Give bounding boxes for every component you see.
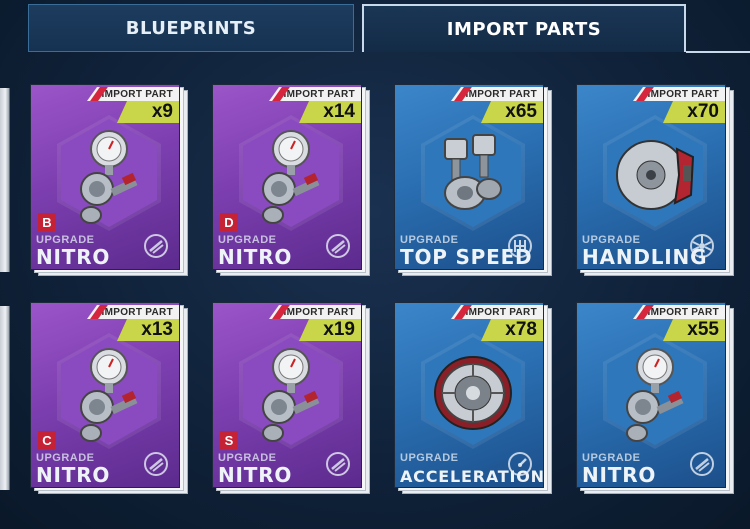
import-part-tag: IMPORT PART [87,87,179,101]
quantity-badge: x19 [299,319,361,341]
import-part-card[interactable]: IMPORT PART x9 B UPGRADE NITRO [30,84,188,276]
import-part-tag: IMPORT PART [633,305,725,319]
nitro-bottle-image [61,119,157,229]
quantity-badge: x55 [663,319,725,341]
tab-import-parts[interactable]: IMPORT PARTS [362,4,686,52]
import-part-card[interactable]: IMPORT PART x78 UPGRADE ACCELERATION [394,302,552,494]
rank-badge: S [220,431,238,449]
card-face[interactable]: IMPORT PART x19 S UPGRADE NITRO [212,302,362,488]
gearshift-icon [507,233,533,259]
card-face[interactable]: IMPORT PART x55 UPGRADE NITRO [576,302,726,488]
nitro-icon [143,451,169,477]
rank-badge: B [38,213,56,231]
quantity-badge: x65 [481,101,543,123]
part-type-label: NITRO [218,245,293,269]
nitro-bottle-image [607,337,703,447]
tab-underline [686,51,750,53]
pistons-image [425,119,521,229]
card-face[interactable]: IMPORT PART x70 UPGRADE HANDLING [576,84,726,270]
card-face[interactable]: IMPORT PART x65 UPGRADE TOP SPEED [394,84,544,270]
offscreen-card-stack[interactable] [0,306,10,490]
part-type-label: NITRO [36,245,111,269]
import-part-card[interactable]: IMPORT PART x70 UPGRADE HANDLING [576,84,734,276]
nitro-icon [689,451,715,477]
import-part-card[interactable]: IMPORT PART x13 C UPGRADE NITRO [30,302,188,494]
import-part-tag: IMPORT PART [451,305,543,319]
card-face[interactable]: IMPORT PART x78 UPGRADE ACCELERATION [394,302,544,488]
card-face[interactable]: IMPORT PART x13 C UPGRADE NITRO [30,302,180,488]
import-part-tag: IMPORT PART [633,87,725,101]
tab-blueprints[interactable]: BLUEPRINTS [28,4,354,52]
import-part-card[interactable]: IMPORT PART x65 UPGRADE TOP SPEED [394,84,552,276]
import-part-tag: IMPORT PART [269,87,361,101]
import-part-card[interactable]: IMPORT PART x55 UPGRADE NITRO [576,302,734,494]
clutch-image [425,337,521,447]
card-face[interactable]: IMPORT PART x9 B UPGRADE NITRO [30,84,180,270]
import-part-card[interactable]: IMPORT PART x19 S UPGRADE NITRO [212,302,370,494]
quantity-badge: x14 [299,101,361,123]
nitro-icon [325,233,351,259]
quantity-badge: x78 [481,319,543,341]
part-type-label: NITRO [582,463,657,487]
nitro-bottle-image [61,337,157,447]
nitro-icon [143,233,169,259]
speedometer-icon [507,451,533,477]
quantity-badge: x9 [117,101,179,123]
part-type-label: NITRO [36,463,111,487]
import-part-tag: IMPORT PART [87,305,179,319]
quantity-badge: x13 [117,319,179,341]
rank-badge: D [220,213,238,231]
nitro-bottle-image [243,337,339,447]
upgrade-label: UPGRADE [400,452,459,464]
offscreen-card-stack[interactable] [0,88,10,272]
quantity-badge: x70 [663,101,725,123]
import-part-tag: IMPORT PART [451,87,543,101]
rank-badge: C [38,431,56,449]
card-face[interactable]: IMPORT PART x14 D UPGRADE NITRO [212,84,362,270]
import-part-card[interactable]: IMPORT PART x14 D UPGRADE NITRO [212,84,370,276]
wheel-icon [689,233,715,259]
nitro-bottle-image [243,119,339,229]
nitro-icon [325,451,351,477]
part-type-label: NITRO [218,463,293,487]
import-part-tag: IMPORT PART [269,305,361,319]
brake-disc-image [607,119,703,229]
